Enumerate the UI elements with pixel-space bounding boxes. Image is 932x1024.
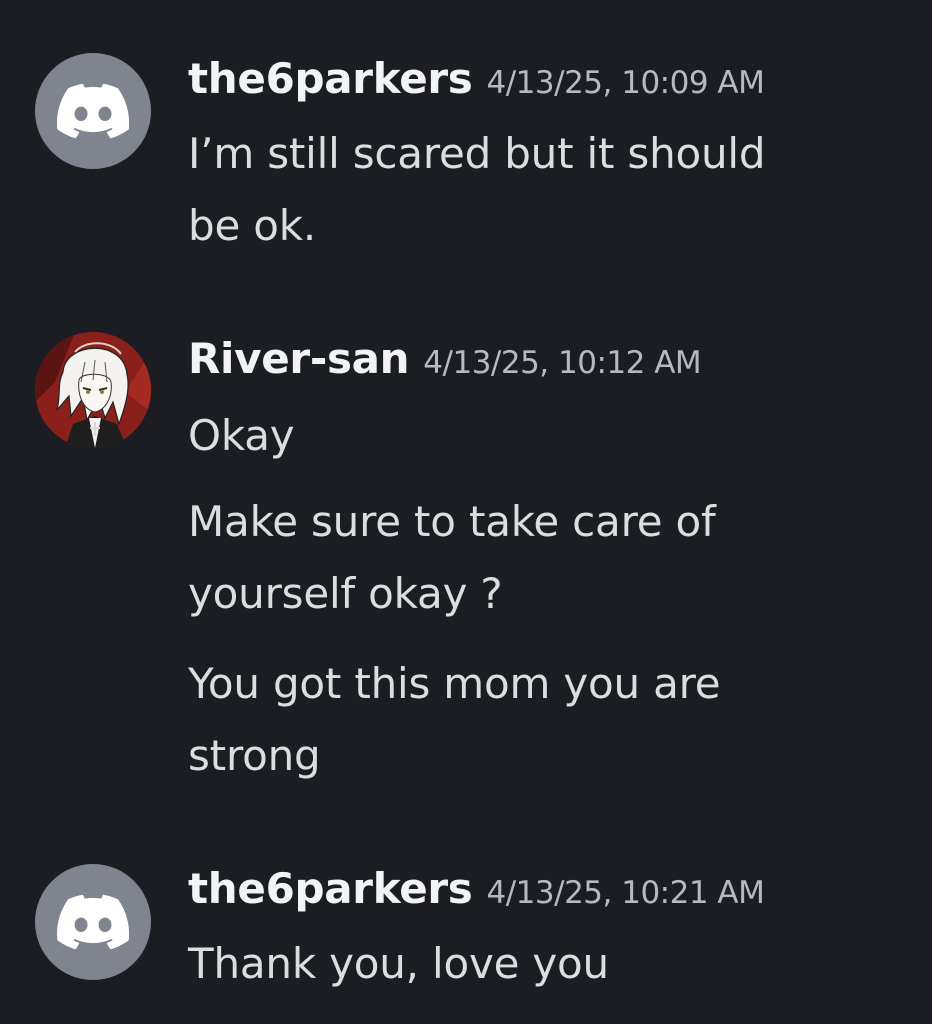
message-text: I’m still scared but it should be ok. [188, 129, 766, 250]
message-text: Thank you, love you [188, 939, 609, 988]
username[interactable]: the6parkers [188, 54, 473, 103]
user-avatar[interactable] [35, 864, 151, 980]
anime-character-avatar [35, 332, 151, 448]
message-text: Okay [188, 411, 295, 460]
message-header: the6parkers 4/13/25, 10:21 AM [188, 864, 765, 913]
message-text: You got this mom you are strong [188, 659, 721, 780]
chat-message-list: the6parkers 4/13/25, 10:09 AM I’m still s… [0, 0, 932, 1024]
user-avatar[interactable] [35, 332, 151, 448]
user-avatar[interactable] [35, 53, 151, 169]
username[interactable]: River-san [188, 334, 410, 383]
timestamp: 4/13/25, 10:12 AM [423, 345, 702, 381]
discord-logo-icon [57, 83, 129, 139]
timestamp: 4/13/25, 10:21 AM [486, 875, 765, 911]
discord-logo-icon [57, 894, 129, 950]
message-header: River-san 4/13/25, 10:12 AM [188, 334, 702, 383]
message-text: Make sure to take care of yourself okay … [188, 497, 716, 618]
message-header: the6parkers 4/13/25, 10:09 AM [188, 54, 765, 103]
timestamp: 4/13/25, 10:09 AM [486, 65, 765, 101]
username[interactable]: the6parkers [188, 864, 473, 913]
